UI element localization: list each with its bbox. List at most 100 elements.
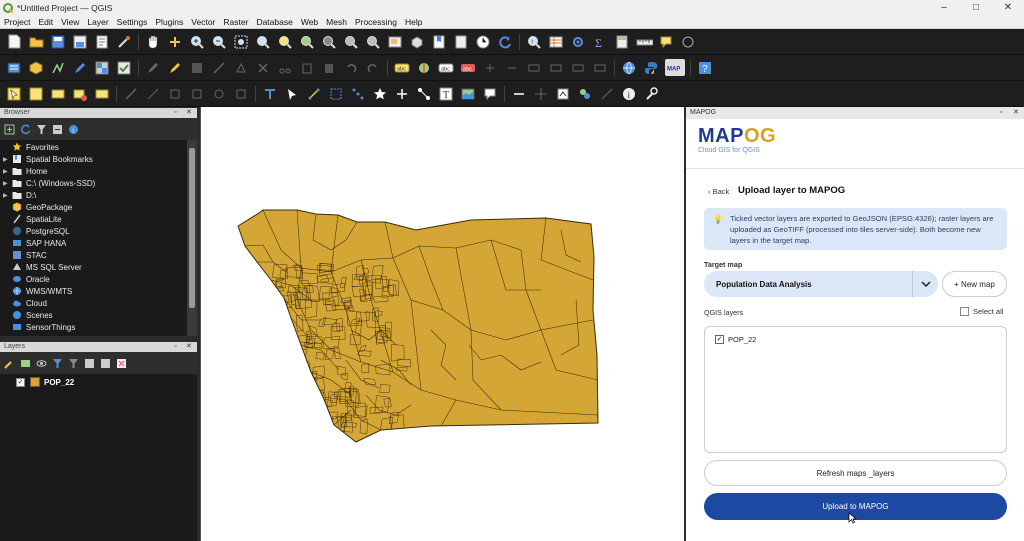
add-selected-layers-icon[interactable] bbox=[4, 124, 15, 135]
select-all-box[interactable] bbox=[960, 307, 969, 316]
close-panel-icon[interactable]: ✕ bbox=[1013, 107, 1019, 119]
select-features-icon[interactable] bbox=[6, 85, 23, 102]
data-source-manager-icon[interactable] bbox=[6, 59, 23, 76]
back-link[interactable]: ‹ Back bbox=[708, 187, 729, 196]
expand-arrow-icon[interactable]: ▶ bbox=[3, 156, 9, 163]
vertex-tool-icon[interactable] bbox=[233, 59, 250, 76]
layer-labeling-icon[interactable] bbox=[416, 59, 433, 76]
float-panel-icon[interactable]: ▫ bbox=[174, 108, 176, 118]
browser-item-home[interactable]: ▶ Home bbox=[0, 165, 187, 177]
pen-tool-icon[interactable] bbox=[599, 85, 616, 102]
menu-help[interactable]: Help bbox=[401, 17, 426, 27]
pan-hand-icon[interactable] bbox=[145, 33, 162, 50]
browser-item-d-drive[interactable]: ▶ D:\ bbox=[0, 189, 187, 201]
zoom-native-icon[interactable] bbox=[321, 33, 338, 50]
cut-features-icon[interactable] bbox=[277, 59, 294, 76]
browser-item-scenes[interactable]: Scenes bbox=[0, 309, 187, 321]
remove-layer-icon[interactable] bbox=[116, 358, 127, 369]
manage-visibility-icon[interactable] bbox=[36, 358, 47, 369]
close-panel-icon[interactable]: ✕ bbox=[186, 108, 192, 118]
save-as-icon[interactable] bbox=[72, 33, 89, 50]
browser-item-spatialite[interactable]: SpatiaLite bbox=[0, 213, 187, 225]
move-feature-icon[interactable] bbox=[394, 85, 411, 102]
menu-database[interactable]: Database bbox=[252, 17, 296, 27]
collapse-all-icon[interactable] bbox=[100, 358, 111, 369]
pin-labels-icon[interactable]: abc bbox=[438, 59, 455, 76]
callout-icon[interactable] bbox=[592, 59, 609, 76]
vertex-editor-icon[interactable] bbox=[328, 85, 345, 102]
statistics-sum-icon[interactable]: Σ bbox=[592, 33, 609, 50]
unpinned-labels-icon[interactable] bbox=[570, 59, 587, 76]
map-tips-icon[interactable] bbox=[658, 33, 675, 50]
node-tool-icon[interactable] bbox=[306, 85, 323, 102]
menu-plugins[interactable]: Plugins bbox=[151, 17, 187, 27]
digitize-line-icon[interactable] bbox=[50, 59, 67, 76]
rotate-label-icon[interactable] bbox=[504, 59, 521, 76]
print-layout-icon[interactable] bbox=[94, 33, 111, 50]
expand-arrow-icon[interactable]: ▶ bbox=[3, 180, 9, 187]
layer-item-pop-22[interactable]: ✓ POP_22 bbox=[16, 376, 74, 388]
show-hide-labels-icon[interactable] bbox=[548, 59, 565, 76]
undo-icon[interactable] bbox=[343, 59, 360, 76]
help-icon[interactable]: ? bbox=[697, 59, 714, 76]
open-project-icon[interactable] bbox=[28, 33, 45, 50]
browser-item-wms-wmts[interactable]: WMS/WMTS bbox=[0, 285, 187, 297]
browser-scrollbar[interactable] bbox=[187, 140, 197, 336]
open-styling-icon[interactable] bbox=[4, 358, 15, 369]
browser-item-favorites[interactable]: Favorites bbox=[0, 141, 187, 153]
info-tool-icon[interactable]: i bbox=[621, 85, 638, 102]
menu-mesh[interactable]: Mesh bbox=[322, 17, 351, 27]
digitizing-tool-icon[interactable] bbox=[123, 85, 140, 102]
add-feature-icon[interactable] bbox=[211, 59, 228, 76]
split-icon[interactable] bbox=[233, 85, 250, 102]
toggle-editing-icon[interactable] bbox=[167, 59, 184, 76]
menu-processing[interactable]: Processing bbox=[351, 17, 401, 27]
style-manager-icon[interactable] bbox=[116, 33, 133, 50]
browser-item-cloud[interactable]: Cloud bbox=[0, 297, 187, 309]
trace-icon[interactable] bbox=[189, 85, 206, 102]
new-geopackage-icon[interactable] bbox=[28, 59, 45, 76]
scrollbar-thumb[interactable] bbox=[189, 148, 195, 308]
wrench-icon[interactable] bbox=[643, 85, 660, 102]
map-canvas[interactable] bbox=[200, 107, 684, 541]
virtual-layer-icon[interactable] bbox=[116, 59, 133, 76]
close-panel-icon[interactable]: ✕ bbox=[186, 342, 192, 352]
layer-visibility-checkbox[interactable]: ✓ bbox=[16, 377, 25, 387]
float-panel-icon[interactable]: ▫ bbox=[1000, 107, 1002, 119]
measure-line-icon[interactable] bbox=[636, 33, 653, 50]
layer-entry-checkbox[interactable]: ✓ bbox=[715, 335, 724, 344]
field-calculator-icon[interactable] bbox=[614, 33, 631, 50]
bookmark-new-icon[interactable] bbox=[431, 33, 448, 50]
select-pointer-icon[interactable] bbox=[284, 85, 301, 102]
zoom-to-layer-icon[interactable] bbox=[299, 33, 316, 50]
zoom-last-icon[interactable] bbox=[343, 33, 360, 50]
attribute-table-icon[interactable] bbox=[548, 33, 565, 50]
annotation-icon[interactable] bbox=[680, 33, 697, 50]
browser-item-geopackage[interactable]: GeoPackage bbox=[0, 201, 187, 213]
menu-layer[interactable]: Layer bbox=[83, 17, 112, 27]
plugin-globe-icon[interactable] bbox=[621, 59, 638, 76]
zoom-in-icon[interactable] bbox=[189, 33, 206, 50]
highlight-labels-icon[interactable]: abc bbox=[460, 59, 477, 76]
redo-icon[interactable] bbox=[365, 59, 382, 76]
change-label-icon[interactable] bbox=[526, 59, 543, 76]
new-3d-view-icon[interactable] bbox=[409, 33, 426, 50]
menu-vector[interactable]: Vector bbox=[187, 17, 219, 27]
select-by-value-icon[interactable] bbox=[28, 85, 45, 102]
close-window-button[interactable]: ✕ bbox=[992, 0, 1024, 15]
select-location-icon[interactable] bbox=[94, 85, 111, 102]
zoom-next-icon[interactable] bbox=[365, 33, 382, 50]
star-marker-icon[interactable] bbox=[372, 85, 389, 102]
paste-features-icon[interactable] bbox=[321, 59, 338, 76]
menu-view[interactable]: View bbox=[57, 17, 83, 27]
text-annotation-icon[interactable] bbox=[262, 85, 279, 102]
expand-arrow-icon[interactable]: ▶ bbox=[3, 192, 9, 199]
python-console-icon[interactable] bbox=[643, 59, 660, 76]
menu-edit[interactable]: Edit bbox=[34, 17, 57, 27]
add-vertex-icon[interactable] bbox=[350, 85, 367, 102]
save-project-icon[interactable] bbox=[50, 33, 67, 50]
add-group-icon[interactable] bbox=[20, 358, 31, 369]
save-edits-icon[interactable] bbox=[189, 59, 206, 76]
chevron-down-icon[interactable] bbox=[912, 271, 938, 297]
text-tool-icon[interactable]: T bbox=[438, 85, 455, 102]
